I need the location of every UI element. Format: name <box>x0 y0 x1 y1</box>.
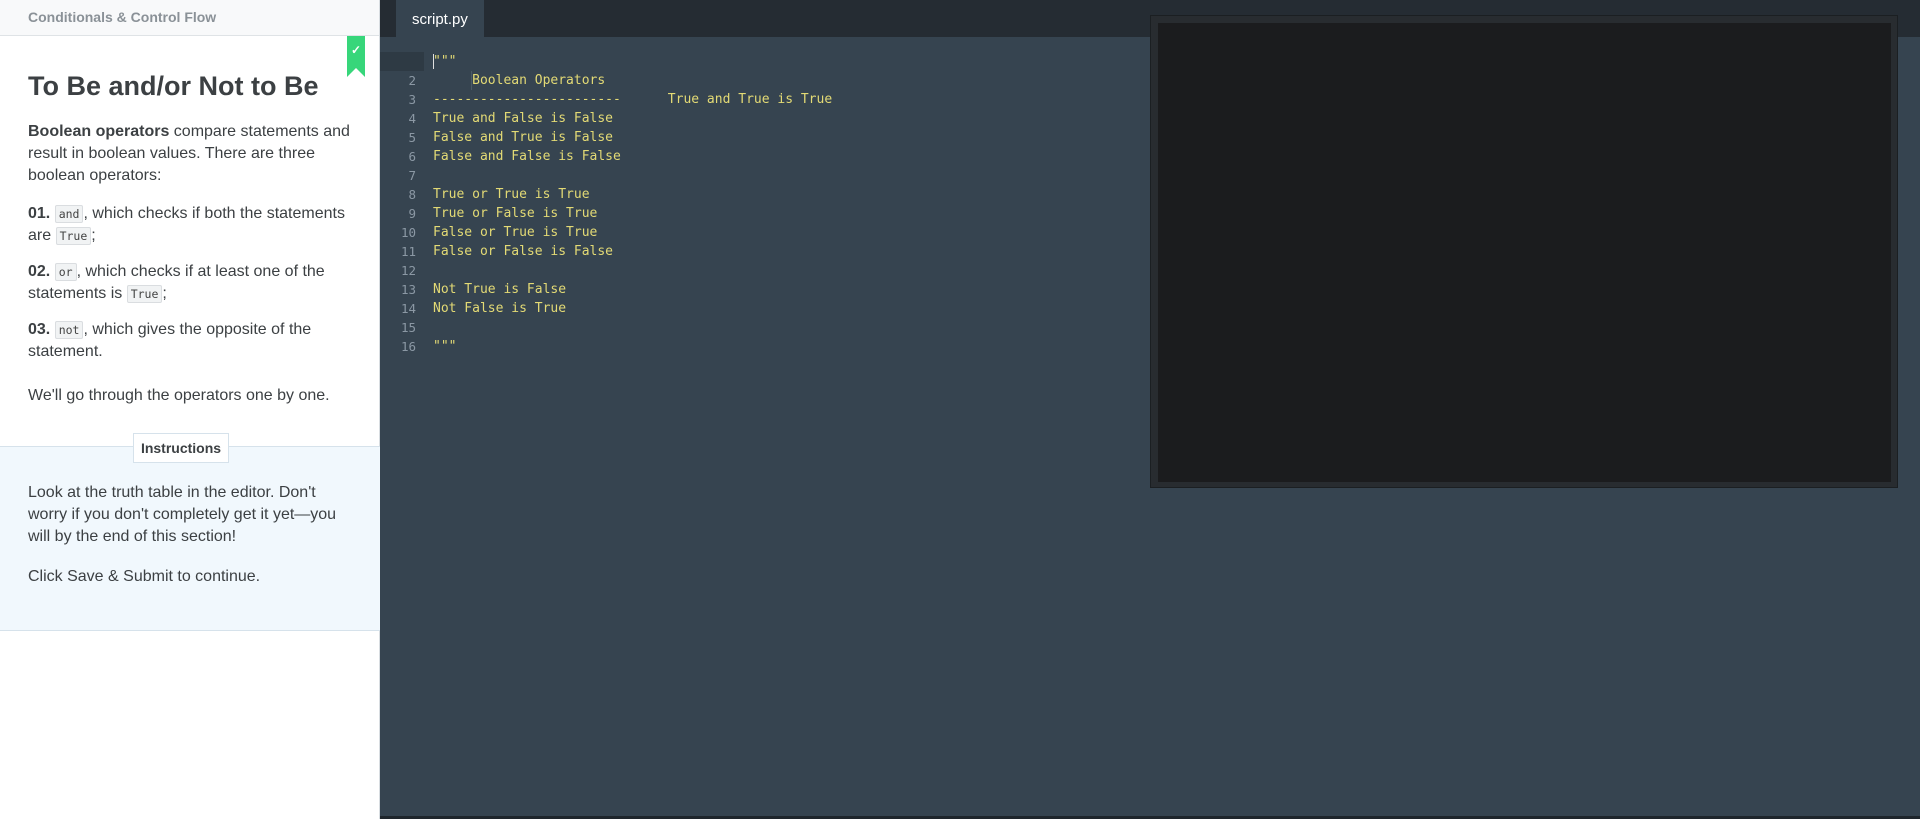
inline-code: True <box>126 285 163 303</box>
list-item: 02. or, which checks if at least one of … <box>28 261 351 305</box>
code-text: True and False is False <box>433 111 614 126</box>
line-number: 11 <box>400 244 416 259</box>
line-number: 14 <box>400 301 416 316</box>
line-number: 6 <box>408 149 416 164</box>
lesson-body: To Be and/or Not to Be Boolean operators… <box>0 36 379 407</box>
code-text: False or False is False <box>433 244 614 259</box>
intro-paragraph: Boolean operators compare statements and… <box>28 121 351 187</box>
item-end: ; <box>91 227 96 244</box>
code-line[interactable]: 6 False and False is False <box>380 147 620 166</box>
line-number: 15 <box>400 320 416 335</box>
line-number: 2 <box>408 73 416 88</box>
code-line[interactable]: 8 True or True is True <box>380 185 589 204</box>
code-text: Boolean Operators <box>433 73 606 88</box>
code-line[interactable]: 2 Boolean Operators <box>380 71 605 90</box>
item-number: 02. <box>28 263 51 280</box>
inline-code: True <box>55 227 92 245</box>
line-number: 7 <box>408 168 416 183</box>
code-line[interactable]: 16 """ <box>380 337 457 356</box>
lesson-title: To Be and/or Not to Be <box>28 71 319 101</box>
code-line[interactable]: 3 ------------------------ True and True … <box>380 90 832 109</box>
code-line[interactable]: 5 False and True is False <box>380 128 613 147</box>
list-item: 03. not, which gives the opposite of the… <box>28 319 351 363</box>
line-number: 13 <box>400 282 416 297</box>
line-number: 16 <box>400 339 416 354</box>
code-line[interactable]: 14 Not False is True <box>380 299 566 318</box>
code-line[interactable]: 11 False or False is False <box>380 242 613 261</box>
code-text: False and False is False <box>433 149 621 164</box>
instructions-box: Look at the truth table in the editor. D… <box>0 447 380 631</box>
line-number: 9 <box>408 206 416 221</box>
lesson-panel: Conditionals & Control Flow ✓ To Be and/… <box>0 0 380 819</box>
item-number: 01. <box>28 205 51 222</box>
code-area[interactable]: 1"""2 Boolean Operators3----------------… <box>380 52 832 356</box>
list-item: 01. and, which checks if both the statem… <box>28 203 351 247</box>
line-number: 12 <box>400 263 416 278</box>
section-title: Conditionals & Control Flow <box>28 9 217 25</box>
instructions-tab[interactable]: Instructions <box>133 433 229 463</box>
completed-bookmark: ✓ <box>347 36 365 77</box>
indent-guide <box>471 71 472 90</box>
checkmark-icon: ✓ <box>350 43 362 57</box>
instructions-text: Click Save & Submit to continue. <box>28 568 261 585</box>
code-text: """ <box>433 339 457 354</box>
inline-code: and <box>54 205 84 223</box>
code-line[interactable]: 15 <box>380 318 416 337</box>
line-number: 8 <box>408 187 416 202</box>
inline-code: or <box>54 263 77 281</box>
code-line[interactable]: 4 True and False is False <box>380 109 613 128</box>
code-line[interactable]: 1""" <box>380 52 456 71</box>
intro-bold: Boolean operators <box>28 123 170 140</box>
instructions-text: Look at the truth table in the editor. D… <box>28 484 337 545</box>
code-text: """ <box>433 54 457 69</box>
item-end: ; <box>162 285 167 302</box>
code-line[interactable]: 9 True or False is True <box>380 204 597 223</box>
outro-paragraph: We'll go through the operators one by on… <box>28 387 330 404</box>
code-text: True or True is True <box>433 187 590 202</box>
code-text: ------------------------ True and True i… <box>433 92 833 107</box>
line-number: 5 <box>408 130 416 145</box>
code-text: True or False is True <box>433 206 598 221</box>
lesson-header: Conditionals & Control Flow <box>0 0 379 36</box>
code-line[interactable]: 13 Not True is False <box>380 280 566 299</box>
item-number: 03. <box>28 321 51 338</box>
code-text: Not True is False <box>433 282 567 297</box>
line-number: 4 <box>408 111 416 126</box>
console-screen[interactable] <box>1158 23 1891 482</box>
code-text: Not False is True <box>433 301 567 316</box>
code-line[interactable]: 7 <box>380 166 416 185</box>
code-text: False or True is True <box>433 225 598 240</box>
code-line[interactable]: 12 <box>380 261 416 280</box>
code-editor: script.py 1"""2 Boolean Operators3------… <box>380 0 1920 819</box>
output-console <box>1150 15 1898 488</box>
active-line-gutter <box>380 52 424 71</box>
line-number: 10 <box>400 225 416 240</box>
code-line[interactable]: 10 False or True is True <box>380 223 597 242</box>
code-text: False and True is False <box>433 130 614 145</box>
inline-code: not <box>54 321 84 339</box>
text-cursor <box>433 54 434 69</box>
line-number: 3 <box>408 92 416 107</box>
tab-script-py[interactable]: script.py <box>396 0 484 37</box>
